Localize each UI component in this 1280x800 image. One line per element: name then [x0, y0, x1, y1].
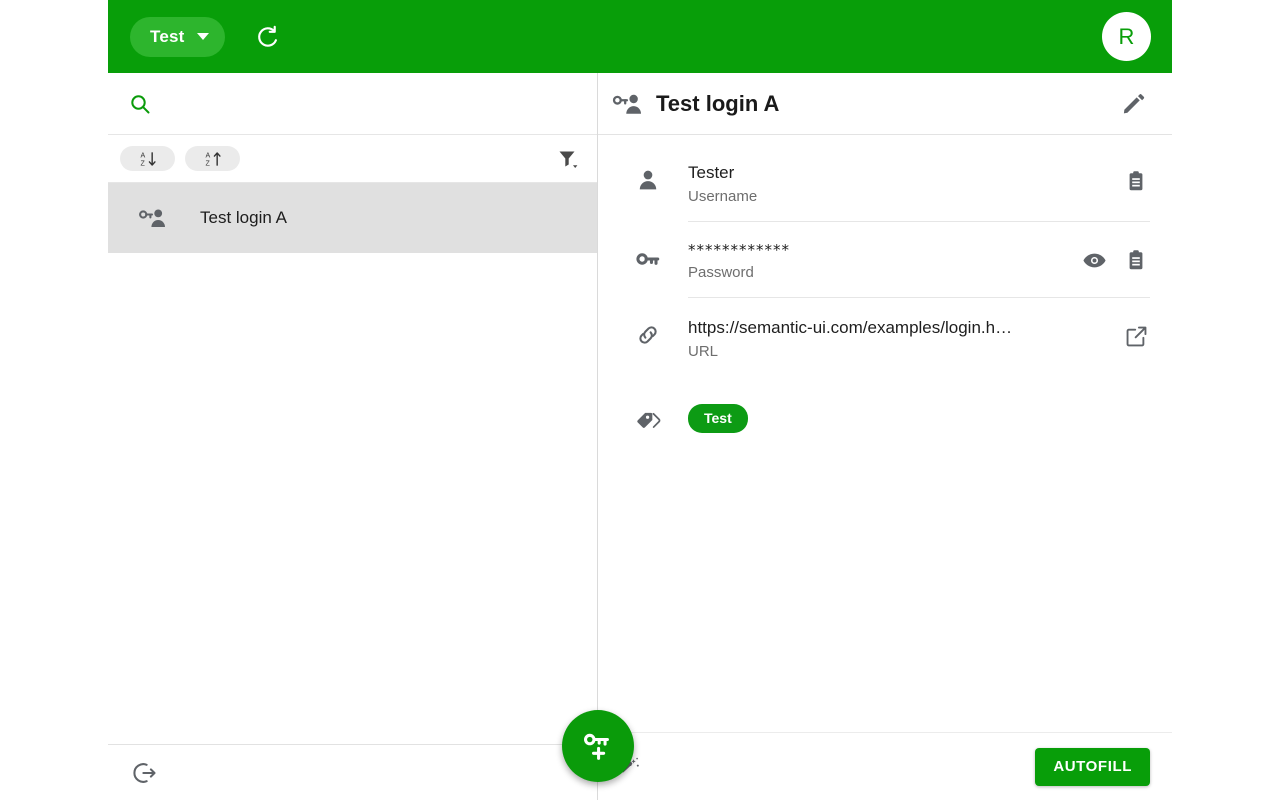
autofill-button[interactable]: AUTOFILL [1035, 747, 1150, 786]
list-item-title: Test login A [200, 208, 287, 227]
logout-icon [133, 762, 156, 783]
field-password: ************ Password [598, 222, 1172, 297]
app-top-bar: Test R [108, 0, 1172, 73]
copy-password-button[interactable] [1122, 246, 1150, 274]
field-password-actions [1080, 240, 1150, 274]
entry-list[interactable]: Test login A [108, 183, 597, 744]
open-url-button[interactable] [1122, 322, 1150, 350]
pencil-icon [1123, 93, 1145, 113]
list-item[interactable]: Test login A [108, 183, 597, 253]
search-bar [108, 73, 597, 135]
add-key-icon [584, 733, 609, 760]
chevron-down-icon [196, 33, 209, 40]
sort-ascending-chip[interactable]: A Z [120, 146, 175, 171]
field-url-content: https://semantic-ui.com/examples/login.h… [688, 316, 1122, 376]
refresh-button[interactable] [251, 20, 285, 54]
copy-icon [1129, 250, 1143, 270]
detail-footer-bar: AUTOFILL [598, 732, 1172, 800]
field-password-value: ************ [688, 241, 790, 259]
sort-alpha-up-icon: A Z [205, 151, 221, 167]
link-icon [608, 316, 688, 348]
login-key-person-icon [138, 206, 172, 230]
detail-header: Test login A [598, 73, 1172, 135]
search-input[interactable] [170, 88, 579, 119]
detail-fields: Tester Username ************ Password ht… [598, 135, 1172, 732]
field-url-label: URL [688, 343, 719, 360]
svg-text:A: A [140, 151, 145, 159]
field-url-value: https://semantic-ui.com/examples/login.h… [688, 318, 1013, 337]
svg-text:A: A [205, 151, 210, 159]
search-button[interactable] [126, 90, 154, 118]
field-url: https://semantic-ui.com/examples/login.h… [598, 298, 1172, 376]
avatar[interactable]: R [1102, 12, 1151, 61]
svg-text:Z: Z [205, 159, 210, 167]
open-external-icon [1126, 326, 1146, 346]
tag-chip-label: Test [704, 410, 732, 426]
field-tags: Test [598, 376, 1172, 434]
field-url-actions [1122, 316, 1150, 350]
page-title: Test login A [656, 90, 780, 116]
reveal-password-button[interactable] [1080, 246, 1108, 274]
password-manager-window: Test R A Z A Z Test login A Test login A… [108, 0, 1172, 800]
filter-button[interactable] [553, 144, 583, 174]
logout-button[interactable] [128, 756, 162, 790]
tag-icon [608, 402, 688, 434]
left-footer-bar [108, 744, 597, 800]
filter-icon [559, 151, 578, 168]
sort-filter-bar: A Z A Z [108, 135, 597, 183]
refresh-icon [257, 25, 277, 47]
copy-username-button[interactable] [1122, 167, 1150, 195]
sort-alpha-down-icon: A Z [140, 151, 156, 167]
avatar-initial: R [1118, 23, 1135, 49]
tag-chip[interactable]: Test [688, 403, 748, 433]
key-icon [608, 240, 688, 272]
field-username-label: Username [688, 188, 758, 205]
person-icon [608, 161, 688, 193]
entry-list-pane: A Z A Z Test login A [108, 73, 634, 800]
field-username: Tester Username [598, 143, 1172, 221]
edit-button[interactable] [1116, 87, 1150, 121]
svg-text:Z: Z [140, 159, 145, 167]
eye-icon [1082, 253, 1106, 267]
add-entry-fab[interactable] [562, 710, 634, 782]
field-password-label: Password [688, 264, 754, 281]
screenshot-root: Test R A Z A Z Test login A Test login A… [0, 0, 1280, 800]
field-username-content: Tester Username [688, 161, 1122, 221]
entry-detail-pane: Test login A Tester Username ***********… [598, 73, 1172, 800]
field-password-content: ************ Password [688, 240, 1080, 297]
sort-descending-chip[interactable]: A Z [185, 146, 240, 171]
vault-selector-button[interactable]: Test [130, 16, 225, 57]
search-icon [131, 94, 150, 113]
field-username-actions [1122, 161, 1150, 195]
main-split: A Z A Z Test login A Test login A Tester… [108, 73, 1172, 800]
login-key-person-icon [608, 91, 648, 117]
vault-selector-label: Test [150, 26, 185, 46]
field-username-value: Tester [688, 163, 735, 182]
copy-icon [1129, 171, 1143, 191]
